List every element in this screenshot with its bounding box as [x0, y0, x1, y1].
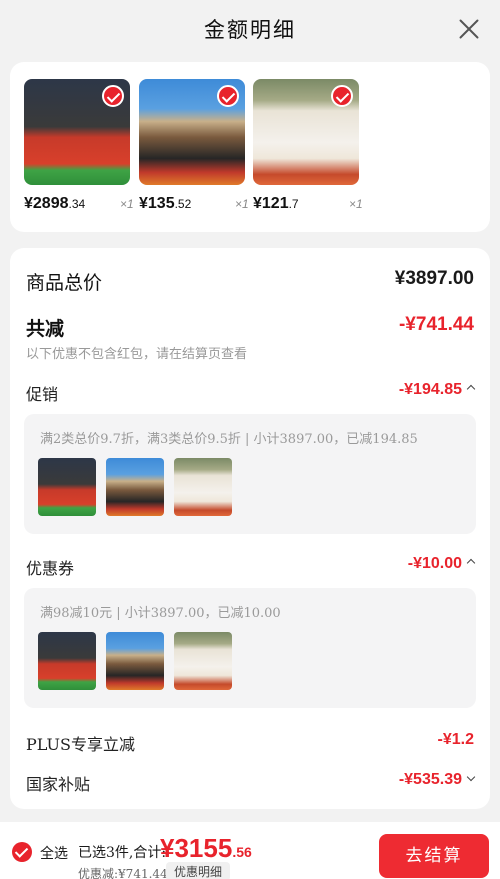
promo-product-thumb — [106, 458, 164, 516]
header: 金额明细 — [0, 0, 500, 60]
selected-products-card: ¥2898.34 ×1 ¥135.52 ×1 ¥121.7 ×1 — [10, 62, 490, 232]
coupon-label: 优惠券 — [26, 559, 75, 578]
product-price: ¥121.7 — [253, 195, 299, 212]
total-reduction-label: 共减 — [26, 318, 65, 340]
checkbox-checked-icon[interactable] — [331, 85, 353, 107]
product-quantity: ×1 — [235, 197, 249, 211]
promo-detail-box: 满2类总价9.7折，满3类总价9.5折 | 小计3897.00，已减194.85 — [24, 414, 476, 534]
product-item[interactable]: ¥2898.34 ×1 — [24, 79, 134, 212]
select-all-label[interactable]: 全选 — [40, 843, 68, 863]
coupon-product-thumb — [174, 632, 232, 690]
coupon-product-thumb — [38, 632, 96, 690]
total-reduction-row: 共减 -¥741.44 — [26, 314, 474, 340]
plus-discount-value: -¥1.2 — [437, 731, 474, 748]
subsidy-row[interactable]: 国家补贴 -¥535.39 — [26, 771, 476, 794]
promo-label: 促销 — [26, 385, 59, 404]
product-item[interactable]: ¥121.7 ×1 — [253, 79, 363, 212]
coupon-product-thumb — [106, 632, 164, 690]
product-quantity: ×1 — [349, 197, 363, 211]
chevron-up-icon[interactable] — [466, 558, 476, 568]
goods-total-value: ¥3897.00 — [394, 268, 474, 289]
product-price: ¥135.52 — [139, 195, 192, 212]
plus-discount-row: PLUS专享立减 -¥1.2 — [26, 731, 474, 754]
subsidy-value[interactable]: -¥535.39 — [399, 771, 476, 789]
close-icon[interactable] — [458, 18, 480, 40]
promo-description: 满2类总价9.7折，满3类总价9.5折 | 小计3897.00，已减194.85 — [40, 432, 418, 447]
product-price: ¥2898.34 — [24, 195, 86, 212]
coupon-value[interactable]: -¥10.00 — [408, 555, 476, 573]
chevron-up-icon[interactable] — [466, 384, 476, 394]
checkout-bar: 全选 已选3件,合计: ¥3155.56 优惠减:¥741.44 优惠明细 去结… — [0, 822, 500, 879]
coupon-description: 满98减10元 | 小计3897.00，已减10.00 — [40, 606, 281, 621]
checkbox-checked-icon[interactable] — [102, 85, 124, 107]
promo-product-thumb — [174, 458, 232, 516]
promo-product-thumb — [38, 458, 96, 516]
coupon-row[interactable]: 优惠券 -¥10.00 — [26, 555, 476, 578]
discount-detail-button[interactable]: 优惠明细 — [166, 862, 231, 879]
checkout-button[interactable]: 去结算 — [379, 834, 489, 878]
promo-row[interactable]: 促销 -¥194.85 — [26, 381, 476, 404]
page-title: 金额明细 — [204, 18, 296, 42]
coupon-detail-box: 满98减10元 | 小计3897.00，已减10.00 — [24, 588, 476, 708]
checkbox-checked-icon[interactable] — [217, 85, 239, 107]
selected-total-text: 已选3件,合计: — [78, 845, 167, 861]
total-reduction-value: -¥741.44 — [398, 314, 474, 335]
amount-summary-card: 商品总价 ¥3897.00 共减 -¥741.44 以下优惠不包含红包，请在结算… — [10, 248, 490, 809]
subsidy-label: 国家补贴 — [26, 775, 91, 794]
product-image-cooker[interactable] — [139, 79, 245, 185]
reduction-note: 以下优惠不包含红包，请在结算页查看 — [26, 347, 248, 362]
product-item[interactable]: ¥135.52 ×1 — [139, 79, 249, 212]
goods-total-label: 商品总价 — [26, 272, 103, 294]
chevron-down-icon[interactable] — [466, 772, 476, 782]
product-quantity: ×1 — [120, 197, 134, 211]
discount-summary: 优惠减:¥741.44 — [78, 867, 168, 879]
product-image-oven[interactable] — [24, 79, 130, 185]
product-image-rice-cooker[interactable] — [253, 79, 359, 185]
plus-discount-label: PLUS专享立减 — [26, 735, 135, 754]
selected-total-amount: ¥3155.56 — [160, 833, 252, 863]
goods-total-row: 商品总价 ¥3897.00 — [26, 268, 474, 294]
select-all-checkbox-icon[interactable] — [12, 842, 32, 862]
promo-value[interactable]: -¥194.85 — [399, 381, 476, 399]
